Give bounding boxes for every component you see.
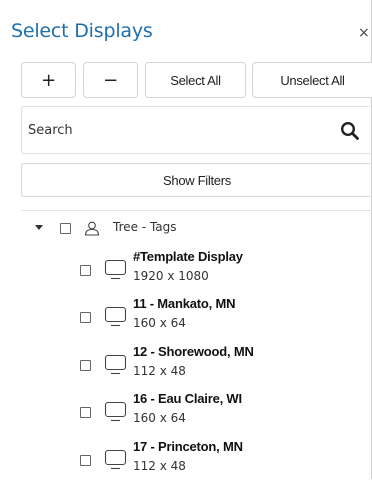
monitor-icon bbox=[104, 354, 127, 375]
monitor-icon bbox=[104, 259, 127, 280]
item-checkbox[interactable] bbox=[80, 360, 91, 371]
item-resolution: 112 x 48 bbox=[133, 459, 186, 473]
item-resolution: 160 x 64 bbox=[133, 316, 186, 330]
search-icon[interactable] bbox=[340, 121, 360, 141]
item-checkbox[interactable] bbox=[80, 265, 91, 276]
group-checkbox[interactable] bbox=[60, 223, 71, 234]
remove-button[interactable]: − bbox=[83, 62, 138, 98]
tree-group-label: Tree - Tags bbox=[113, 220, 177, 234]
list-item[interactable]: 11 - Mankato, MN 160 x 64 bbox=[0, 296, 372, 340]
item-name: 16 - Eau Claire, WI bbox=[133, 391, 242, 406]
close-icon[interactable]: × bbox=[358, 26, 370, 40]
item-checkbox[interactable] bbox=[80, 407, 91, 418]
monitor-icon bbox=[104, 401, 127, 422]
item-checkbox[interactable] bbox=[80, 312, 91, 323]
list-item[interactable]: 12 - Shorewood, MN 112 x 48 bbox=[0, 344, 372, 388]
item-name: 11 - Mankato, MN bbox=[133, 296, 236, 311]
add-button[interactable]: + bbox=[21, 62, 76, 98]
user-icon bbox=[84, 221, 100, 236]
panel-title: Select Displays bbox=[11, 20, 153, 42]
caret-down-icon[interactable] bbox=[35, 225, 43, 230]
item-name: 17 - Princeton, MN bbox=[133, 439, 243, 454]
select-all-button[interactable]: Select All bbox=[145, 62, 246, 98]
show-filters-button[interactable]: Show Filters bbox=[21, 163, 372, 197]
item-name: #Template Display bbox=[133, 249, 243, 264]
search-input[interactable]: Search bbox=[28, 123, 73, 138]
monitor-icon bbox=[104, 306, 127, 327]
list-item[interactable]: #Template Display 1920 x 1080 bbox=[0, 249, 372, 293]
monitor-icon bbox=[104, 449, 127, 470]
unselect-all-button[interactable]: Unselect All bbox=[252, 62, 372, 98]
tree-group-row[interactable]: Tree - Tags bbox=[0, 218, 372, 240]
item-resolution: 160 x 64 bbox=[133, 411, 186, 425]
select-displays-panel: Select Displays × + − Select All Unselec… bbox=[0, 0, 372, 479]
divider bbox=[21, 210, 372, 211]
item-checkbox[interactable] bbox=[80, 455, 91, 466]
list-item[interactable]: 16 - Eau Claire, WI 160 x 64 bbox=[0, 391, 372, 435]
list-item[interactable]: 17 - Princeton, MN 112 x 48 bbox=[0, 439, 372, 483]
item-resolution: 1920 x 1080 bbox=[133, 269, 209, 283]
item-name: 12 - Shorewood, MN bbox=[133, 344, 254, 359]
item-resolution: 112 x 48 bbox=[133, 364, 186, 378]
search-field[interactable]: Search bbox=[21, 106, 372, 154]
